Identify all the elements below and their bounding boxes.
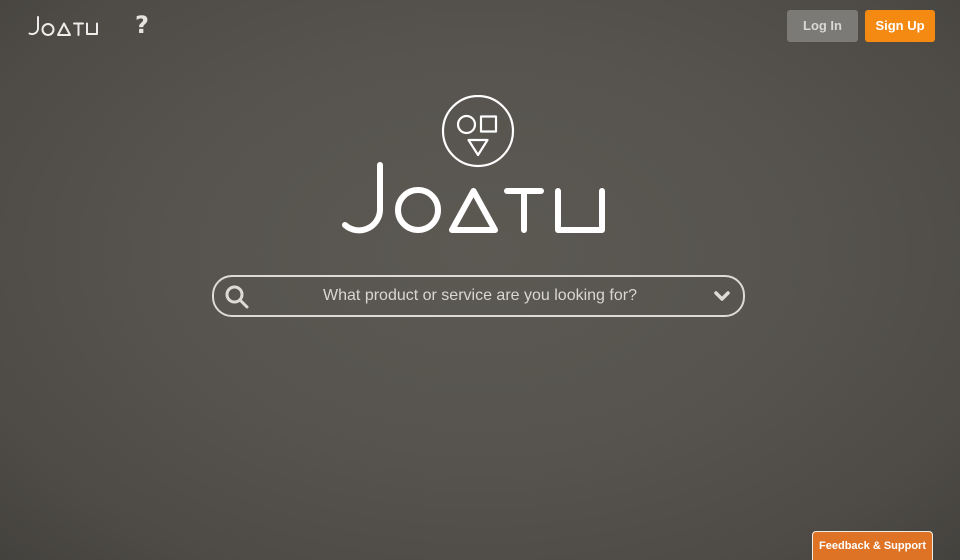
search-bar[interactable] [212, 275, 745, 317]
search-input[interactable] [260, 277, 700, 315]
signup-button[interactable]: Sign Up [865, 10, 935, 42]
circle-square-triangle-emblem-icon [441, 95, 515, 168]
feedback-support-button[interactable]: Feedback & Support [812, 531, 933, 560]
chevron-down-icon[interactable] [713, 289, 731, 303]
joatu-logo[interactable] [28, 14, 104, 38]
help-icon[interactable]: ? [131, 10, 153, 40]
search-icon[interactable] [224, 284, 250, 310]
hero-joatu-wordmark [342, 162, 605, 234]
login-button[interactable]: Log In [787, 10, 858, 42]
